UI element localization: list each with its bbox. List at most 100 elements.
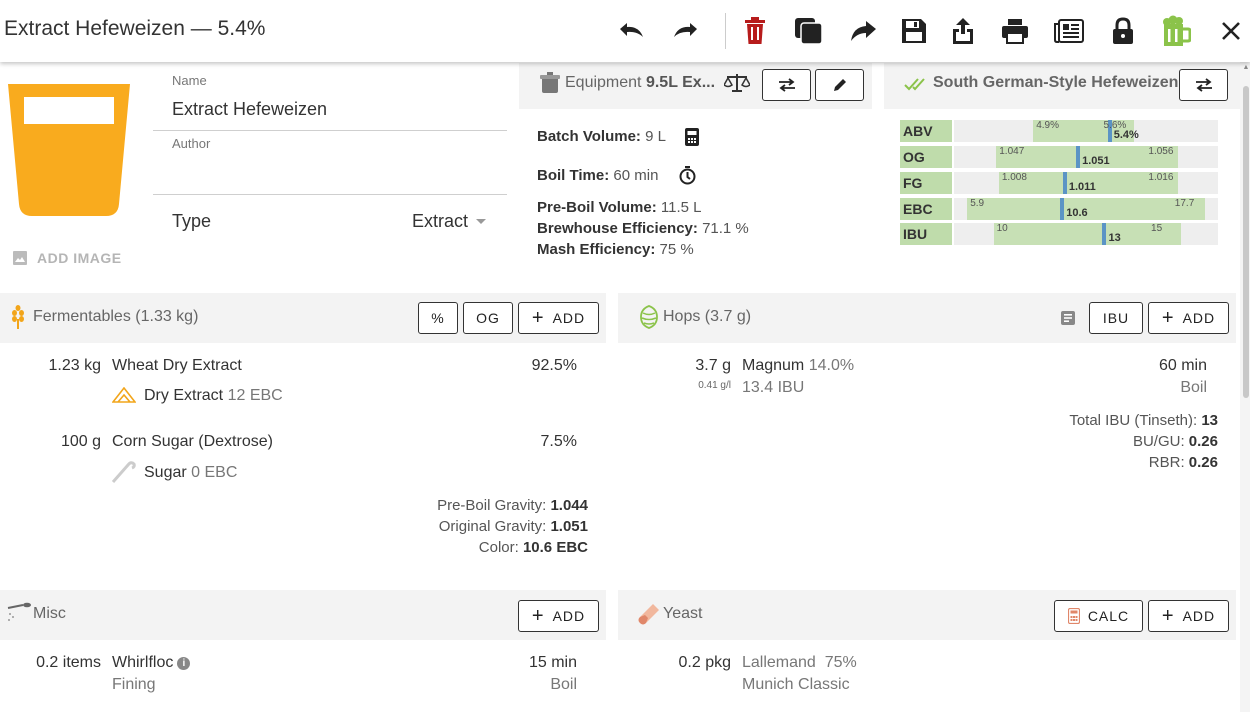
author-field-underline (153, 194, 507, 195)
name-field-underline (153, 130, 507, 131)
percent-button[interactable]: % (418, 302, 458, 334)
style-row-max: 1.016 (1148, 172, 1174, 183)
add-yeast-label: ADD (1182, 608, 1216, 624)
plus-icon: + (1161, 307, 1175, 329)
close-icon[interactable] (1214, 13, 1248, 49)
spoon-icon (7, 602, 31, 621)
double-check-icon (904, 78, 925, 91)
author-field-label: Author (172, 136, 211, 151)
style-row-min: 4.9% (1036, 120, 1059, 131)
calculator-icon (1067, 608, 1080, 624)
style-row-ebc: EBC 5.9 17.7 10.6 (900, 198, 1218, 220)
style-row-label: OG (900, 146, 952, 168)
lock-icon[interactable] (1106, 13, 1140, 49)
print-icon[interactable] (998, 13, 1032, 49)
fermentable-color: 0 EBC (191, 464, 238, 481)
color-value: 10.6 EBC (522, 539, 588, 556)
fermentables-header: Fermentables (1.33 kg) (0, 293, 606, 343)
copy-icon[interactable] (792, 13, 826, 49)
add-hop-label: ADD (1182, 310, 1216, 326)
brewhouse-efficiency-label: Brewhouse Efficiency: (537, 220, 698, 237)
style-row-marker (1062, 172, 1067, 194)
beer-glass-icon (8, 84, 130, 220)
balance-scale-icon[interactable] (724, 72, 750, 94)
type-select[interactable]: Extract (412, 211, 487, 232)
style-row-min: 1.008 (1001, 172, 1027, 183)
total-ibu-label: Total IBU (Tinseth): (1069, 412, 1198, 429)
yeast-name: Munich Classic (742, 676, 850, 693)
bu-gu-value: 0.26 (1188, 433, 1218, 450)
hop-icon (640, 305, 658, 329)
style-row-value: 10.6 (1066, 207, 1088, 219)
style-row-max: 1.056 (1148, 146, 1174, 157)
style-row-value: 13 (1108, 232, 1121, 244)
hop-alpha: 14.0% (808, 357, 855, 374)
hop-use: Boil (1180, 379, 1207, 396)
yeast-header: Yeast (618, 590, 1236, 640)
swap-icon (778, 78, 795, 92)
hops-header: Hops (3.7 g) (618, 293, 1236, 343)
calculator-icon[interactable] (684, 127, 700, 147)
ibu-button[interactable]: IBU (1089, 302, 1143, 334)
fermentable-type: Dry Extract (144, 387, 224, 404)
style-row-og: OG 1.047 1.056 1.051 (900, 146, 1218, 168)
misc-time: 15 min (528, 654, 577, 671)
info-icon[interactable]: i (177, 656, 191, 670)
scroll-up-arrow-icon[interactable]: ▲ (1242, 64, 1250, 72)
redo-icon[interactable] (669, 13, 703, 49)
bu-gu: BU/GU: 0.26 (900, 433, 1218, 450)
style-row-max: 17.7 (1174, 198, 1195, 209)
add-hop-button[interactable]: + ADD (1148, 302, 1229, 334)
undo-icon[interactable] (614, 13, 648, 49)
newspaper-icon[interactable] (1052, 13, 1086, 49)
batch-volume: Batch Volume: 9 L (537, 128, 666, 145)
swap-style-button[interactable] (1179, 69, 1228, 101)
misc-type: Fining (112, 676, 156, 693)
add-yeast-button[interactable]: + ADD (1148, 600, 1229, 632)
style-row-min: 10 (996, 223, 1008, 234)
add-image-button[interactable]: ADD IMAGE (12, 250, 122, 266)
name-field[interactable]: Extract Hefeweizen (172, 99, 327, 120)
calc-label: CALC (1087, 608, 1130, 624)
sugar-cane-icon (111, 461, 136, 483)
fermentable-percent: 7.5% (540, 433, 577, 450)
notes-icon[interactable] (1060, 310, 1076, 326)
delete-icon[interactable] (738, 13, 772, 49)
edit-equipment-button[interactable] (815, 69, 864, 101)
pencil-icon (833, 79, 846, 91)
boil-time-label: Boil Time: (537, 167, 610, 184)
style-row-label: IBU (900, 223, 952, 245)
share-icon[interactable] (846, 13, 880, 49)
save-icon[interactable] (897, 13, 931, 49)
toolbar-separator (725, 13, 726, 49)
yeast-title: Yeast (663, 605, 703, 622)
og-button[interactable]: OG (463, 302, 513, 334)
style-row-value: 1.051 (1082, 155, 1110, 167)
equipment-title: Equipment 9.5L Ex... (565, 74, 715, 92)
stopwatch-icon[interactable] (679, 166, 696, 185)
style-row-value: 5.4% (1113, 129, 1139, 141)
equipment-name: 9.5L Ex... (645, 74, 716, 91)
type-select-value: Extract (412, 211, 469, 231)
fermentable-name: Wheat Dry Extract (112, 357, 242, 374)
equipment-label: Equipment (565, 74, 642, 91)
plus-icon: + (531, 307, 545, 329)
style-row-marker (1076, 146, 1081, 168)
style-row-label: ABV (900, 120, 952, 142)
scrollbar-thumb[interactable] (1243, 86, 1249, 398)
style-row-value: 1.011 (1068, 181, 1096, 193)
add-fermentable-button[interactable]: + ADD (518, 302, 599, 334)
original-gravity: Original Gravity: 1.051 (300, 518, 588, 535)
calc-button[interactable]: CALC (1054, 600, 1143, 632)
misc-use: Boil (550, 676, 577, 693)
add-misc-button[interactable]: + ADD (518, 600, 599, 632)
beer-mug-icon[interactable] (1159, 13, 1193, 49)
total-ibu: Total IBU (Tinseth): 13 (900, 412, 1218, 429)
misc-name: Whirlfloc i (112, 654, 191, 672)
style-row-ibu: IBU 10 15 13 (900, 223, 1218, 245)
swap-equipment-button[interactable] (762, 69, 811, 101)
bu-gu-label: BU/GU: (1132, 433, 1185, 450)
style-name: South German-Style Hefeweizen (933, 74, 1179, 91)
plus-icon: + (531, 605, 545, 627)
export-icon[interactable] (946, 13, 980, 49)
